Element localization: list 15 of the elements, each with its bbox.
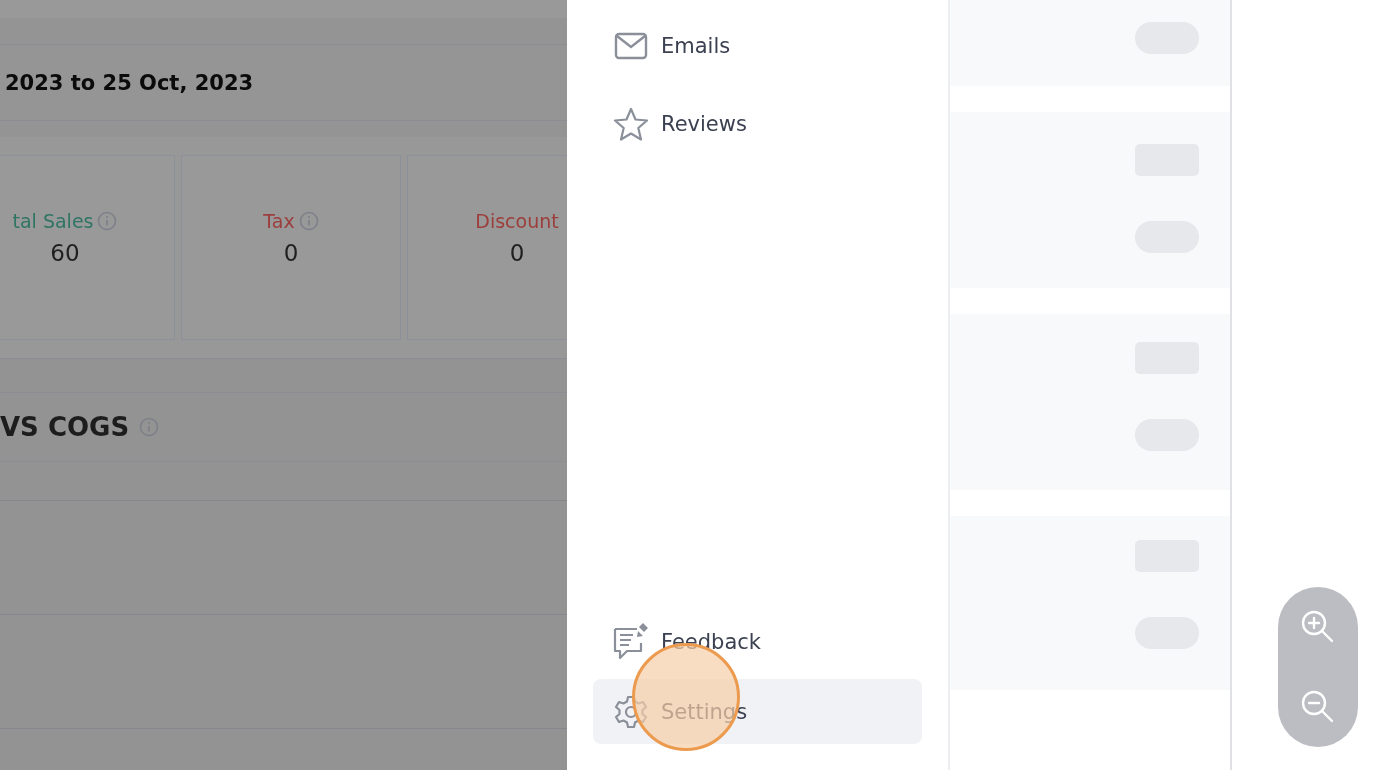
stat-label: tal Sales [12,209,94,232]
feedback-icon [613,622,649,661]
stat-value: 0 [283,239,299,266]
section-title: VS COGS [0,412,130,442]
zoom-in-icon [1300,609,1336,645]
stat-label: Tax [263,209,295,232]
menu-item[interactable]: Reviews [593,91,922,156]
date-range-title: 2023 to 25 Oct, 2023 [5,70,254,95]
stat-value: 0 [509,239,525,266]
mail-icon [614,31,648,60]
menu-item[interactable]: Emails [593,13,922,78]
star-icon [613,106,649,141]
zoom-out-icon [1300,689,1336,725]
stat-label: Discount [475,209,559,232]
stat-value: 60 [50,239,80,266]
